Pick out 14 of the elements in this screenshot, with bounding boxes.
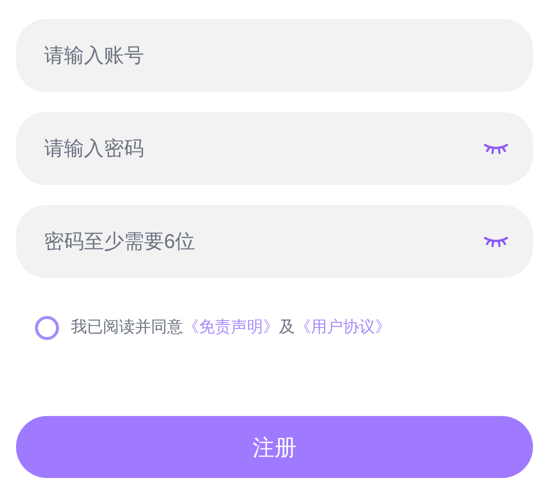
input-field[interactable]: 请输入账号 bbox=[16, 19, 533, 92]
closed-eye-icon[interactable] bbox=[483, 142, 509, 154]
user-agreement-link[interactable]: 《用户协议》 bbox=[295, 316, 391, 340]
text-input[interactable]: 请输入账号 bbox=[44, 40, 509, 70]
input-field[interactable]: 密码至少需要6位 bbox=[16, 205, 533, 278]
agreement-text: 我已阅读并同意 bbox=[71, 318, 183, 338]
checkbox[interactable] bbox=[35, 316, 59, 340]
text-input[interactable]: 密码至少需要6位 bbox=[44, 226, 483, 256]
agreement-text: 及 bbox=[279, 318, 295, 338]
closed-eye-icon[interactable] bbox=[483, 236, 509, 248]
disclaimer-link[interactable]: 《免责声明》 bbox=[183, 316, 279, 340]
register-button[interactable]: 注册 bbox=[16, 416, 533, 478]
text-input[interactable]: 请输入密码 bbox=[44, 134, 483, 164]
input-field[interactable]: 请输入密码 bbox=[16, 112, 533, 185]
